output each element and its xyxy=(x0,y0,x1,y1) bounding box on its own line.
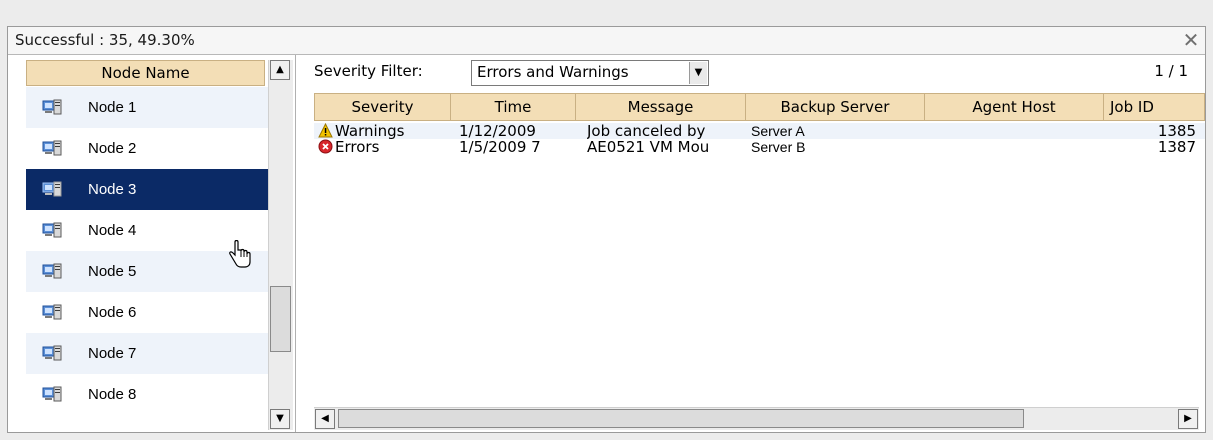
node-label: Node 4 xyxy=(88,222,137,239)
chevron-down-icon[interactable]: ▼ xyxy=(689,62,707,84)
node-item-selected[interactable]: Node 3 xyxy=(26,169,268,210)
node-label: Node 2 xyxy=(88,140,137,157)
alerts-pane: Severity Filter: Errors and Warnings ▼ 1… xyxy=(297,55,1205,432)
scroll-down-button[interactable]: ▼ xyxy=(270,409,290,429)
server-icon xyxy=(42,263,62,279)
column-header-job-id[interactable]: Job ID xyxy=(1103,93,1205,121)
severity-cell: Warnings xyxy=(318,123,448,139)
severity-filter-label: Severity Filter: xyxy=(314,62,423,80)
server-icon xyxy=(42,181,62,197)
server-icon xyxy=(42,222,62,238)
column-header-message[interactable]: Message xyxy=(575,93,746,121)
time-cell: 1/12/2009 xyxy=(459,123,536,139)
panel-titlebar: Successful : 35, 49.30% ✕ xyxy=(8,27,1205,55)
server-icon xyxy=(42,304,62,320)
job-id-cell: 1385 xyxy=(1157,123,1196,139)
node-label: Node 1 xyxy=(88,99,137,116)
agent-host-cell xyxy=(930,123,1100,139)
alerts-horizontal-scrollbar[interactable]: ◀ ▶ xyxy=(314,407,1199,430)
error-icon xyxy=(318,139,333,154)
severity-text: Errors xyxy=(335,139,380,155)
node-label: Node 6 xyxy=(88,304,137,321)
severity-cell: Errors xyxy=(318,139,448,155)
time-cell: 1/5/2009 7 xyxy=(459,139,541,155)
server-icon xyxy=(42,140,62,156)
alerts-table: Severity Time Message Backup Server Agen… xyxy=(314,93,1205,430)
page-indicator: 1 / 1 xyxy=(1154,62,1188,80)
table-row[interactable]: Errors 1/5/2009 7 AE0521 VM Mou Server B… xyxy=(314,139,1205,155)
scrollbar-thumb[interactable] xyxy=(338,409,1024,428)
column-header-severity[interactable]: Severity xyxy=(314,93,451,121)
message-cell: Job canceled by xyxy=(587,123,706,139)
warning-icon xyxy=(318,123,333,138)
scroll-left-button[interactable]: ◀ xyxy=(315,409,335,429)
agent-host-cell xyxy=(930,139,1100,155)
close-icon[interactable]: ✕ xyxy=(1181,29,1201,51)
column-header-time[interactable]: Time xyxy=(450,93,576,121)
node-status-panel: Successful : 35, 49.30% ✕ Node Name Node… xyxy=(7,26,1206,433)
severity-filter-dropdown[interactable]: Errors and Warnings ▼ xyxy=(471,60,709,86)
scrollbar-thumb[interactable] xyxy=(270,286,291,352)
node-item[interactable]: Node 1 xyxy=(26,87,268,128)
node-item[interactable]: Node 7 xyxy=(26,333,268,374)
node-label: Node 8 xyxy=(88,386,137,403)
backup-server-cell: Server B xyxy=(751,139,806,155)
backup-server-cell: Server A xyxy=(751,123,805,139)
node-label: Node 3 xyxy=(88,181,137,198)
scroll-up-button[interactable]: ▲ xyxy=(270,60,290,80)
node-label: Node 5 xyxy=(88,263,137,280)
node-list-pane: Node Name Node 1 Node 2 Node 3 Node 4 No… xyxy=(8,55,296,432)
node-list-scrollbar[interactable]: ▲ ▼ xyxy=(268,60,293,430)
column-header-backup-server[interactable]: Backup Server xyxy=(745,93,925,121)
severity-filter-value: Errors and Warnings xyxy=(477,63,629,81)
column-header-agent-host[interactable]: Agent Host xyxy=(924,93,1104,121)
scroll-right-button[interactable]: ▶ xyxy=(1178,409,1198,429)
job-id-cell: 1387 xyxy=(1157,139,1196,155)
server-icon xyxy=(42,99,62,115)
node-label: Node 7 xyxy=(88,345,137,362)
server-icon xyxy=(42,345,62,361)
table-row[interactable]: Warnings 1/12/2009 Job canceled by Serve… xyxy=(314,123,1205,139)
panel-title: Successful : 35, 49.30% xyxy=(15,31,195,49)
hand-cursor-icon xyxy=(229,240,251,268)
node-item[interactable]: Node 8 xyxy=(26,374,268,415)
server-icon xyxy=(42,386,62,402)
node-item[interactable]: Node 2 xyxy=(26,128,268,169)
message-cell: AE0521 VM Mou xyxy=(587,139,710,155)
node-name-column-header[interactable]: Node Name xyxy=(26,60,265,86)
severity-text: Warnings xyxy=(335,123,405,139)
node-item[interactable]: Node 6 xyxy=(26,292,268,333)
